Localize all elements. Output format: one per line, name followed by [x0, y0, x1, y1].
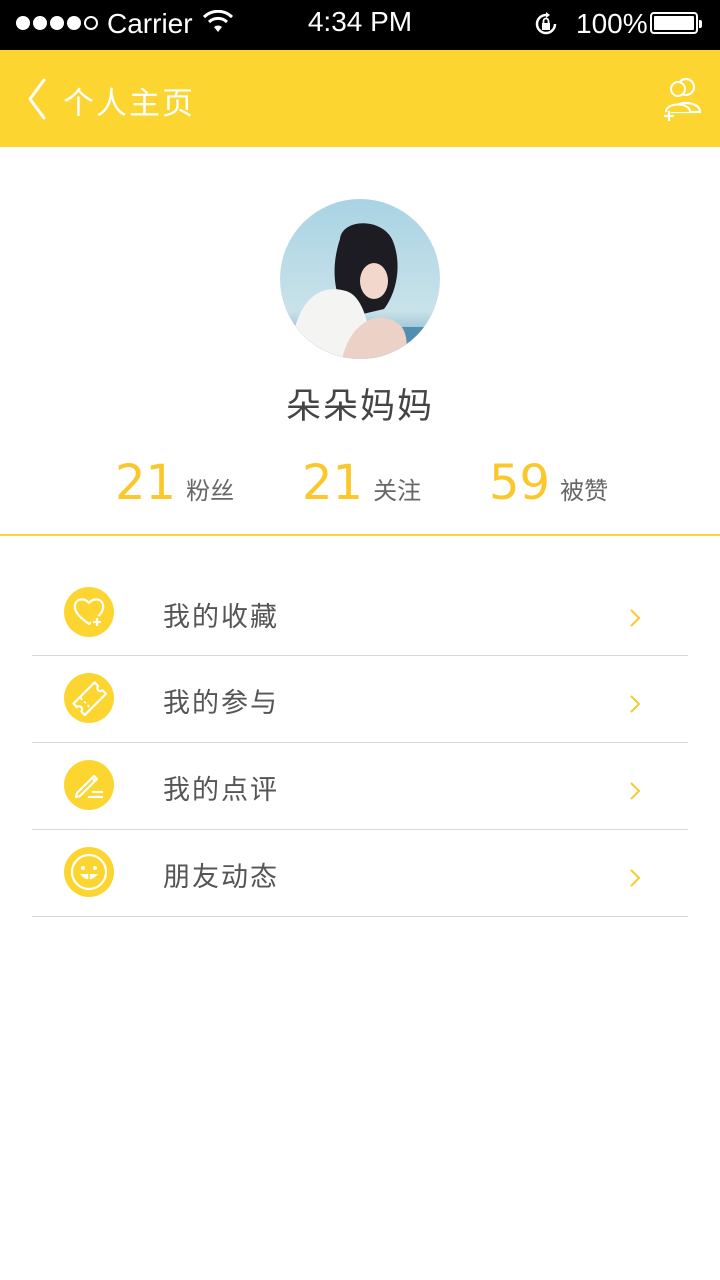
menu-label: 我的点评: [163, 775, 279, 806]
heart-plus-icon: [64, 587, 114, 637]
ticket-icon: [64, 673, 114, 723]
page-title: 个人主页: [63, 86, 195, 122]
likes-count: 59: [489, 455, 551, 511]
chevron-right-icon: [630, 782, 641, 800]
menu-label: 我的参与: [163, 688, 279, 719]
chevron-right-icon: [630, 869, 641, 887]
profile-menu: 我的收藏 我的参与 我的点评 朋友动态: [32, 570, 688, 917]
following-count: 21: [302, 455, 364, 511]
menu-item-participation[interactable]: 我的参与: [32, 656, 688, 743]
smiley-icon: [64, 847, 114, 897]
likes-stat[interactable]: 59 被赞: [489, 455, 608, 511]
battery-icon: [650, 12, 702, 34]
menu-label: 朋友动态: [163, 862, 279, 893]
followers-count: 21: [115, 455, 177, 511]
back-button[interactable]: [22, 76, 62, 122]
menu-item-favorites[interactable]: 我的收藏: [32, 570, 688, 656]
followers-stat[interactable]: 21 粉丝: [115, 455, 234, 511]
battery-percentage: 100%: [576, 8, 648, 39]
section-divider: [0, 534, 720, 536]
followers-label: 粉丝: [186, 477, 235, 505]
menu-item-friends-feed[interactable]: 朋友动态: [32, 830, 688, 917]
pencil-icon: [64, 760, 114, 810]
chevron-right-icon: [630, 695, 641, 713]
chevron-right-icon: [630, 609, 641, 627]
following-stat[interactable]: 21 关注: [302, 455, 421, 511]
rotation-lock-icon: [535, 12, 557, 35]
add-friends-icon[interactable]: [660, 74, 708, 122]
status-bar: Carrier 4:34 PM 100%: [0, 0, 720, 50]
menu-item-reviews[interactable]: 我的点评: [32, 743, 688, 830]
menu-label: 我的收藏: [163, 602, 279, 633]
avatar[interactable]: [280, 199, 440, 359]
nav-bar: 个人主页: [0, 50, 720, 147]
likes-label: 被赞: [560, 477, 609, 505]
following-label: 关注: [373, 477, 422, 505]
username: 朵朵妈妈: [285, 387, 434, 427]
stats-row: 21 粉丝 21 关注 59 被赞: [0, 455, 720, 515]
